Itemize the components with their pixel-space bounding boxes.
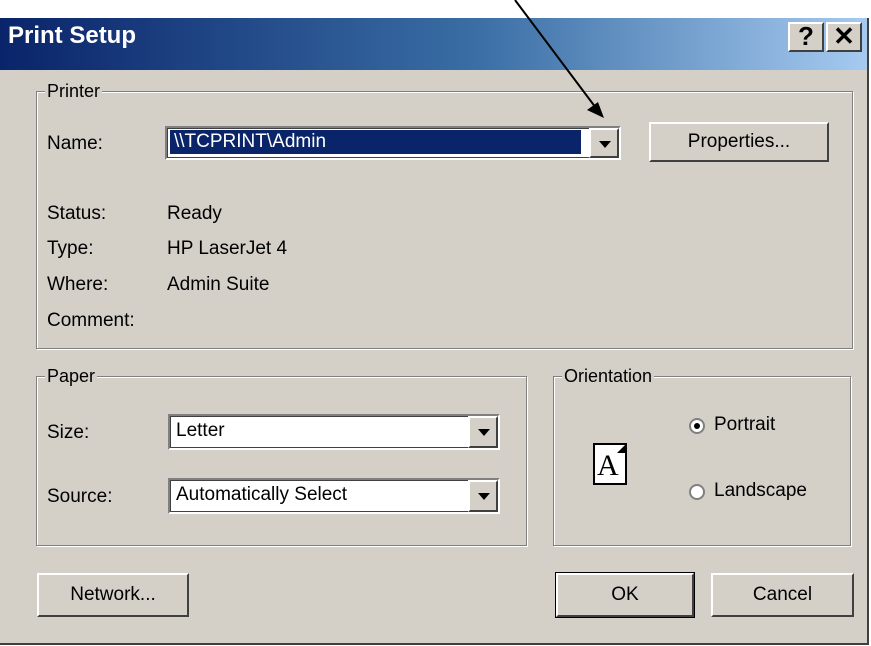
close-icon: ✕ (833, 21, 855, 51)
close-button[interactable]: ✕ (826, 22, 862, 52)
page-portrait-icon: A (593, 443, 627, 485)
printer-name-select[interactable]: \\TCPRINT\Admin (165, 126, 621, 160)
cancel-button-label: Cancel (752, 584, 813, 605)
name-label: Name: (47, 133, 103, 154)
page-portrait-glyph: A (597, 449, 619, 482)
orientation-group-label: Orientation (562, 366, 655, 387)
status-label: Status: (47, 203, 107, 224)
size-label: Size: (47, 422, 90, 443)
title-bar[interactable]: Print Setup ? ✕ (0, 18, 867, 70)
source-label: Source: (47, 486, 113, 507)
paper-group-label: Paper (45, 366, 98, 387)
paper-size-value: Letter (176, 420, 225, 441)
paper-group: Paper (36, 366, 527, 546)
dropdown-arrow-icon[interactable] (589, 128, 619, 158)
comment-label: Comment: (47, 310, 135, 331)
properties-button-label: Properties... (687, 131, 791, 152)
printer-name-value: \\TCPRINT\Admin (170, 130, 581, 154)
ok-button[interactable]: OK (555, 572, 695, 618)
paper-source-value: Automatically Select (176, 484, 348, 505)
where-label: Where: (47, 274, 109, 295)
portrait-label[interactable]: Portrait (714, 414, 775, 436)
help-button[interactable]: ? (788, 22, 824, 52)
printer-group-label: Printer (45, 81, 103, 102)
type-value: HP LaserJet 4 (167, 238, 288, 259)
landscape-radio[interactable] (689, 484, 705, 500)
print-setup-dialog: Print Setup ? ✕ Printer Name: \\TCPRINT\… (0, 18, 869, 645)
properties-button[interactable]: Properties... (649, 122, 829, 162)
paper-size-select[interactable]: Letter (168, 414, 500, 450)
type-label: Type: (47, 238, 94, 259)
help-icon: ? (798, 21, 814, 51)
where-value: Admin Suite (167, 274, 270, 295)
network-button-label: Network... (70, 584, 156, 605)
portrait-radio[interactable] (689, 418, 705, 434)
ok-button-label: OK (611, 584, 639, 605)
network-button[interactable]: Network... (37, 573, 189, 617)
dropdown-arrow-icon[interactable] (468, 480, 498, 512)
dropdown-arrow-icon[interactable] (468, 416, 498, 448)
cancel-button[interactable]: Cancel (711, 573, 854, 617)
dialog-title: Print Setup (8, 22, 137, 49)
paper-source-select[interactable]: Automatically Select (168, 478, 500, 514)
status-value: Ready (167, 203, 222, 224)
landscape-label[interactable]: Landscape (714, 480, 807, 502)
